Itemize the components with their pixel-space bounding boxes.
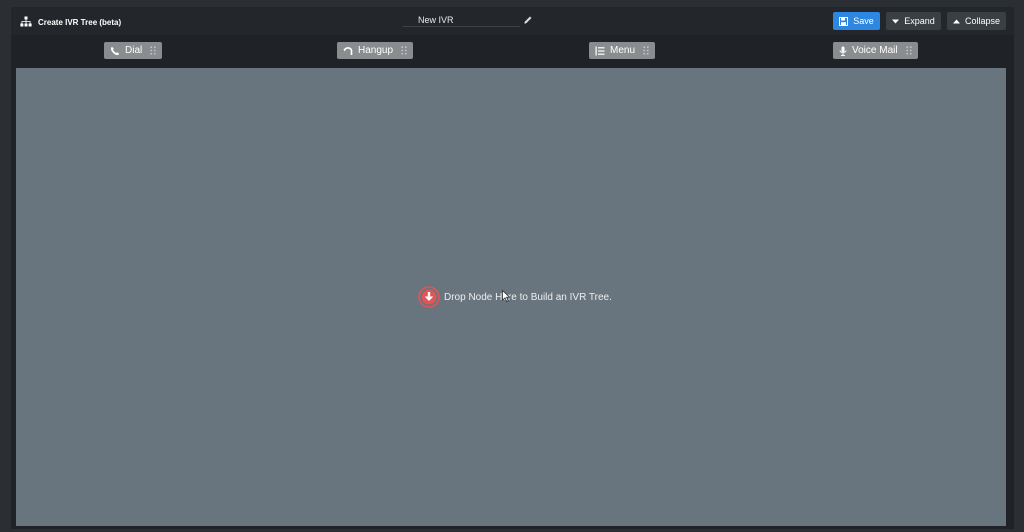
- tree-drop-zone[interactable]: Drop Node Here to Build an IVR Tree.: [16, 68, 1006, 526]
- mouse-pointer-icon: [502, 290, 510, 302]
- node-palette: Dial Hangup Menu Voice Mail: [11, 35, 1014, 68]
- sitemap-icon: [20, 16, 32, 27]
- node-dial-label: Dial: [125, 45, 143, 56]
- drop-hint: Drop Node Here to Build an IVR Tree.: [418, 286, 612, 308]
- node-menu-label: Menu: [610, 45, 636, 56]
- save-button[interactable]: Save: [833, 12, 880, 30]
- hangup-icon: [343, 46, 353, 55]
- node-voice-mail-label: Voice Mail: [852, 45, 898, 56]
- phone-icon: [110, 46, 120, 55]
- ivr-name-field[interactable]: New IVR: [403, 13, 520, 27]
- collapse-label: Collapse: [964, 16, 1001, 26]
- page-title: Create IVR Tree (beta): [20, 15, 121, 29]
- caret-down-icon: [892, 19, 900, 23]
- menu-list-icon: [595, 46, 605, 55]
- collapse-button[interactable]: Collapse: [947, 12, 1006, 30]
- node-hangup[interactable]: Hangup: [337, 42, 414, 59]
- header-bar: Create IVR Tree (beta) New IVR Save Expa…: [11, 7, 1014, 35]
- save-icon: [839, 16, 849, 26]
- pencil-icon[interactable]: [523, 15, 533, 25]
- caret-up-icon: [952, 19, 960, 23]
- drag-handle-icon[interactable]: [905, 46, 912, 55]
- node-voice-mail[interactable]: Voice Mail: [833, 42, 918, 59]
- node-menu[interactable]: Menu: [589, 42, 656, 59]
- microphone-icon: [839, 46, 847, 56]
- node-hangup-label: Hangup: [358, 45, 394, 56]
- drop-hint-text: Drop Node Here to Build an IVR Tree.: [444, 291, 612, 303]
- expand-label: Expand: [904, 16, 935, 26]
- node-dial[interactable]: Dial: [104, 42, 163, 59]
- drag-handle-icon[interactable]: [150, 46, 156, 55]
- save-label: Save: [853, 16, 874, 26]
- drag-handle-icon[interactable]: [401, 46, 407, 55]
- drop-down-arrow-icon: [418, 286, 440, 308]
- expand-button[interactable]: Expand: [886, 12, 941, 30]
- drag-handle-icon[interactable]: [643, 46, 649, 55]
- page-title-text: Create IVR Tree (beta): [38, 17, 122, 27]
